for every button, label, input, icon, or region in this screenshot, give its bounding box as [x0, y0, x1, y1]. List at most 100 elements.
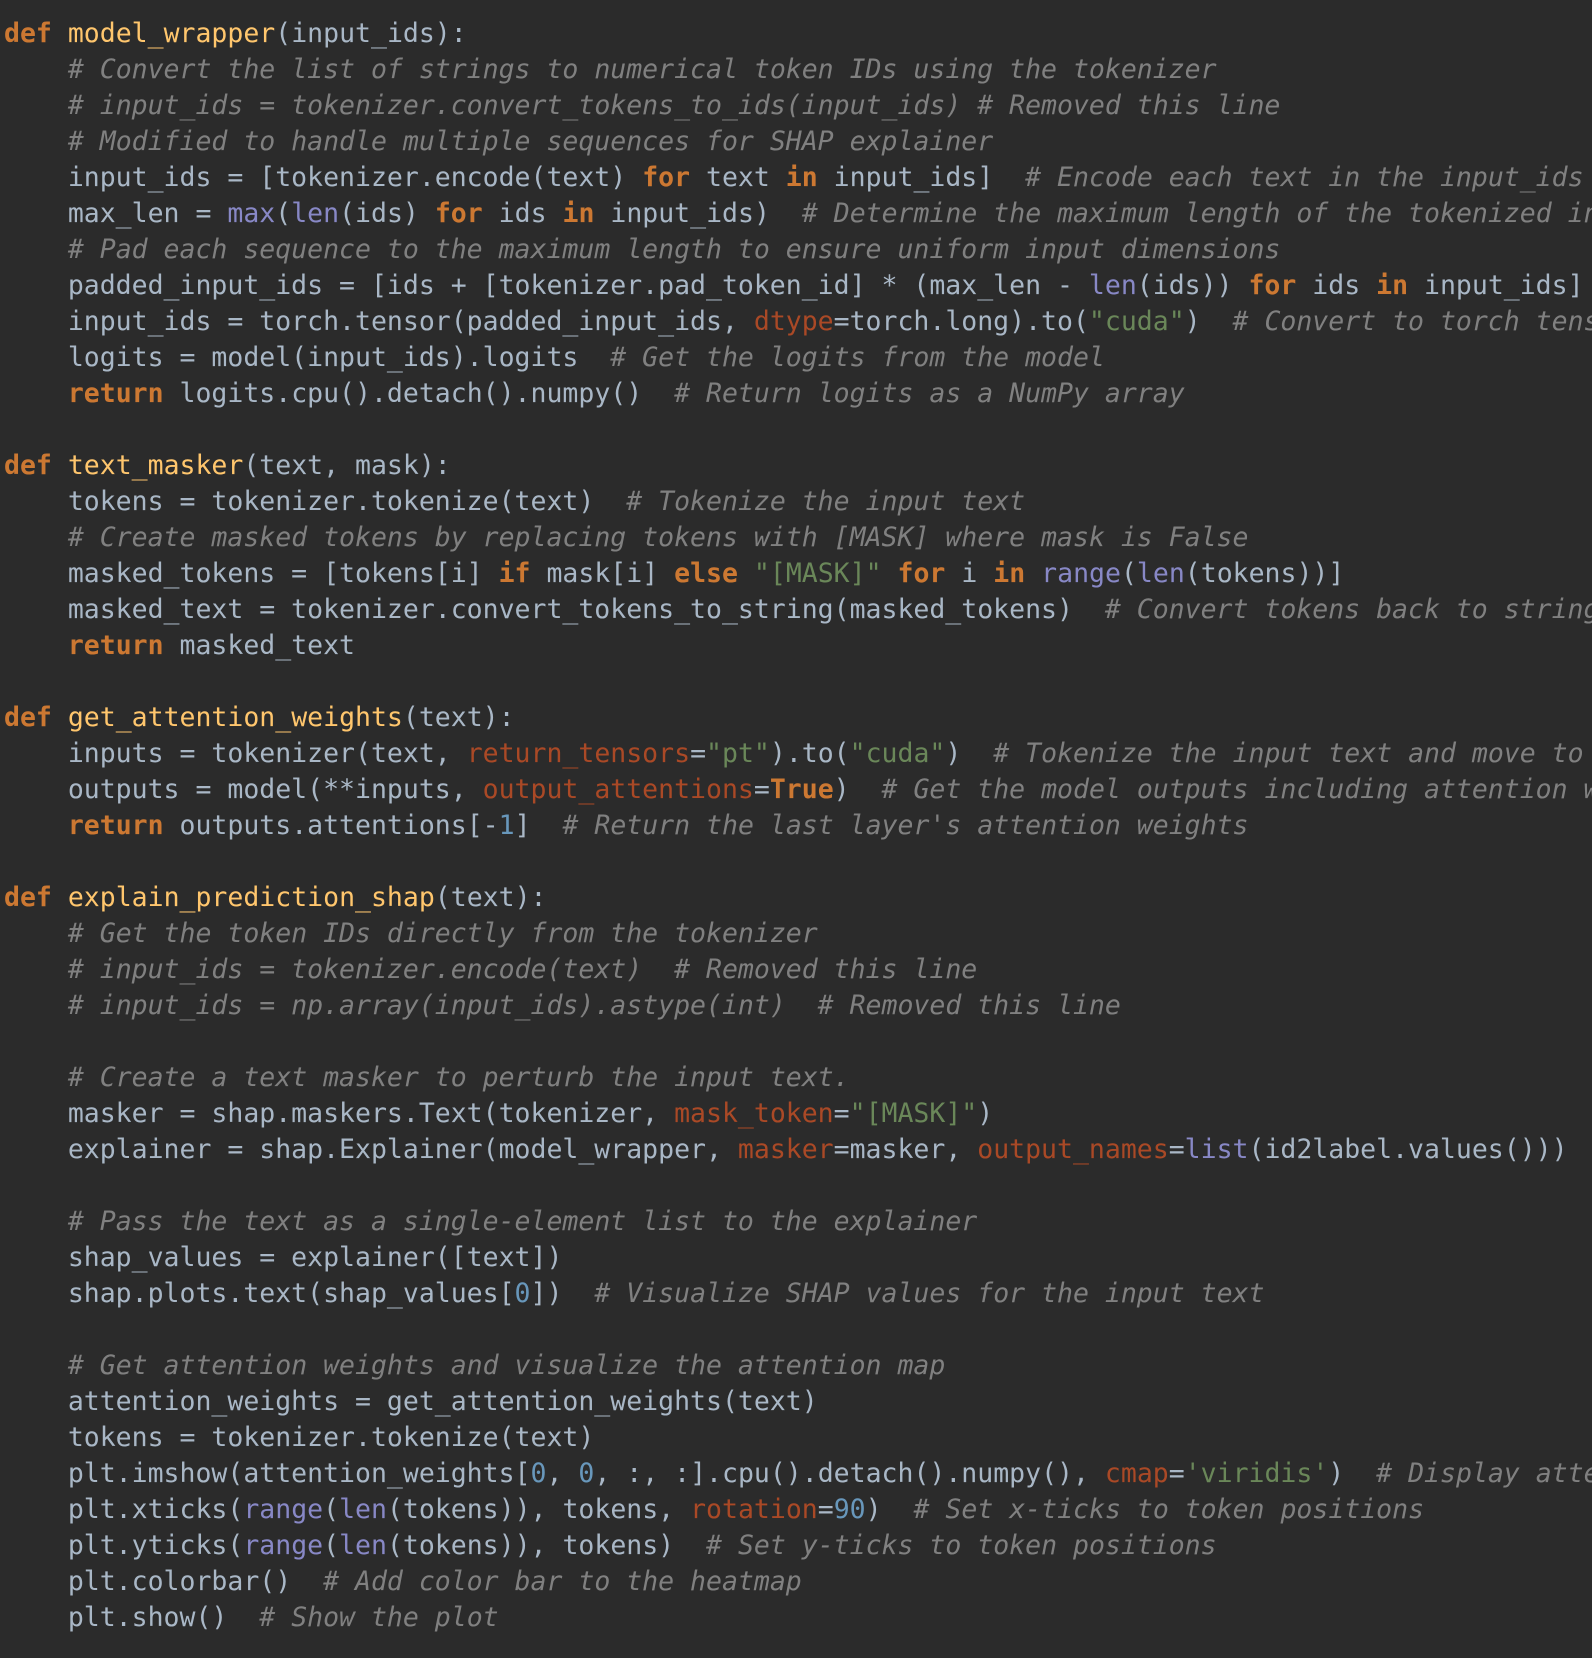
code-token: ]) [530, 1278, 595, 1309]
code-token: def [4, 18, 52, 49]
code-token: in [562, 198, 595, 229]
code-token: # Convert the list of strings to numeric… [67, 54, 1217, 85]
code-token: # input_ids = np.array(input_ids).astype… [67, 990, 1121, 1021]
code-token: return [67, 630, 164, 661]
code-token: output_names [977, 1134, 1169, 1165]
code-token: for [642, 162, 691, 193]
code-token: plt.xticks( [4, 1494, 244, 1525]
code-token: # Encode each text in the input_ids li [1025, 162, 1592, 193]
code-token: return [67, 810, 164, 841]
code-token: =masker, [833, 1134, 978, 1165]
code-token: 1 [498, 810, 515, 841]
code-token: range [1041, 558, 1121, 589]
code-token: (tokens))] [1184, 558, 1345, 589]
code-token: inputs = tokenizer(text, [4, 738, 467, 769]
code-token: # Create masked tokens by replacing toke… [67, 522, 1249, 553]
blank-code-line [4, 412, 1592, 448]
code-token: list [1184, 1134, 1249, 1165]
code-token: # Get the logits from the model [610, 342, 1105, 373]
code-token: in [993, 558, 1026, 589]
code-line: return logits.cpu().detach().numpy() # R… [4, 376, 1592, 412]
code-line: # Create a text masker to perturb the in… [4, 1060, 1592, 1096]
code-token: logits = model(input_ids).logits [4, 342, 611, 373]
blank-code-line [4, 1168, 1592, 1204]
code-line: inputs = tokenizer(text, return_tensors=… [4, 736, 1592, 772]
code-editor[interactable]: def model_wrapper(input_ids): # Convert … [0, 0, 1592, 1658]
code-token: len [1088, 270, 1137, 301]
code-token: for [1248, 270, 1297, 301]
code-token: return [67, 378, 164, 409]
code-line: # Get attention weights and visualize th… [4, 1348, 1592, 1384]
code-line: shap_values = explainer([text]) [4, 1240, 1592, 1276]
code-token: def [4, 702, 52, 733]
code-token: # Pad each sequence to the maximum lengt… [67, 234, 1281, 265]
code-token: mask_token [674, 1098, 834, 1129]
code-token: ) [865, 1494, 914, 1525]
blank-code-line [4, 1024, 1592, 1060]
code-token: # Return the last layer's attention weig… [562, 810, 1249, 841]
code-line: tokens = tokenizer.tokenize(text) [4, 1420, 1592, 1456]
code-token: len [291, 198, 340, 229]
code-token: shap_values = explainer([text]) [4, 1242, 563, 1273]
code-token: output_attentions [482, 774, 754, 805]
code-line: # Get the token IDs directly from the to… [4, 916, 1592, 952]
code-line: # Create masked tokens by replacing toke… [4, 520, 1592, 556]
code-token: "pt" [706, 738, 770, 769]
code-token: len [339, 1494, 387, 1525]
code-line: def get_attention_weights(text): [4, 700, 1592, 736]
code-token: ) [1184, 306, 1233, 337]
code-line: padded_input_ids = [ids + [tokenizer.pad… [4, 268, 1592, 304]
code-token: = [817, 1494, 834, 1525]
code-token: len [339, 1530, 387, 1561]
code-token: # Modified to handle multiple sequences … [67, 126, 994, 157]
code-token: 90 [833, 1494, 866, 1525]
code-token: (tokens)), tokens) [386, 1530, 707, 1561]
code-token: else [674, 558, 738, 589]
code-line: plt.show() # Show the plot [4, 1600, 1592, 1636]
code-token: rotation [690, 1494, 818, 1525]
code-token: mask[i] [530, 558, 675, 589]
code-line: # input_ids = tokenizer.encode(text) # R… [4, 952, 1592, 988]
code-token: = [833, 1098, 850, 1129]
code-line: plt.colorbar() # Add color bar to the he… [4, 1564, 1592, 1600]
code-token: input_ids) [594, 198, 802, 229]
code-token: = [690, 738, 707, 769]
code-token: (ids) [339, 198, 435, 229]
code-token: 0 [530, 1458, 547, 1489]
code-line: # Pass the text as a single-element list… [4, 1204, 1592, 1240]
code-line: tokens = tokenizer.tokenize(text) # Toke… [4, 484, 1592, 520]
code-token: tokens = tokenizer.tokenize(text) [4, 486, 627, 517]
code-token: # Convert to torch tensor [1232, 306, 1592, 337]
code-text-area[interactable]: def model_wrapper(input_ids): # Convert … [4, 16, 1592, 1636]
code-token: = [1168, 1458, 1185, 1489]
code-token: = [1168, 1134, 1185, 1165]
code-token: len [1136, 558, 1185, 589]
code-token: ( [1120, 558, 1137, 589]
code-line: masked_text = tokenizer.convert_tokens_t… [4, 592, 1592, 628]
code-token: (input_ids): [275, 18, 467, 49]
code-token: (id2label.values())) [1248, 1134, 1592, 1165]
code-token: logits.cpu().detach().numpy() [163, 378, 675, 409]
code-line: shap.plots.text(shap_values[0]) # Visual… [4, 1276, 1592, 1312]
code-token: # Determine the maximum length of the to… [801, 198, 1592, 229]
code-token: # Tokenize the input text [626, 486, 1026, 517]
code-token: for [434, 198, 483, 229]
code-token: in [785, 162, 818, 193]
code-token: text [690, 162, 786, 193]
code-token: def [4, 450, 52, 481]
code-line: plt.yticks(range(len(tokens)), tokens) #… [4, 1528, 1592, 1564]
code-token: outputs.attentions[- [163, 810, 499, 841]
code-token: cmap [1104, 1458, 1169, 1489]
code-token: if [498, 558, 531, 589]
